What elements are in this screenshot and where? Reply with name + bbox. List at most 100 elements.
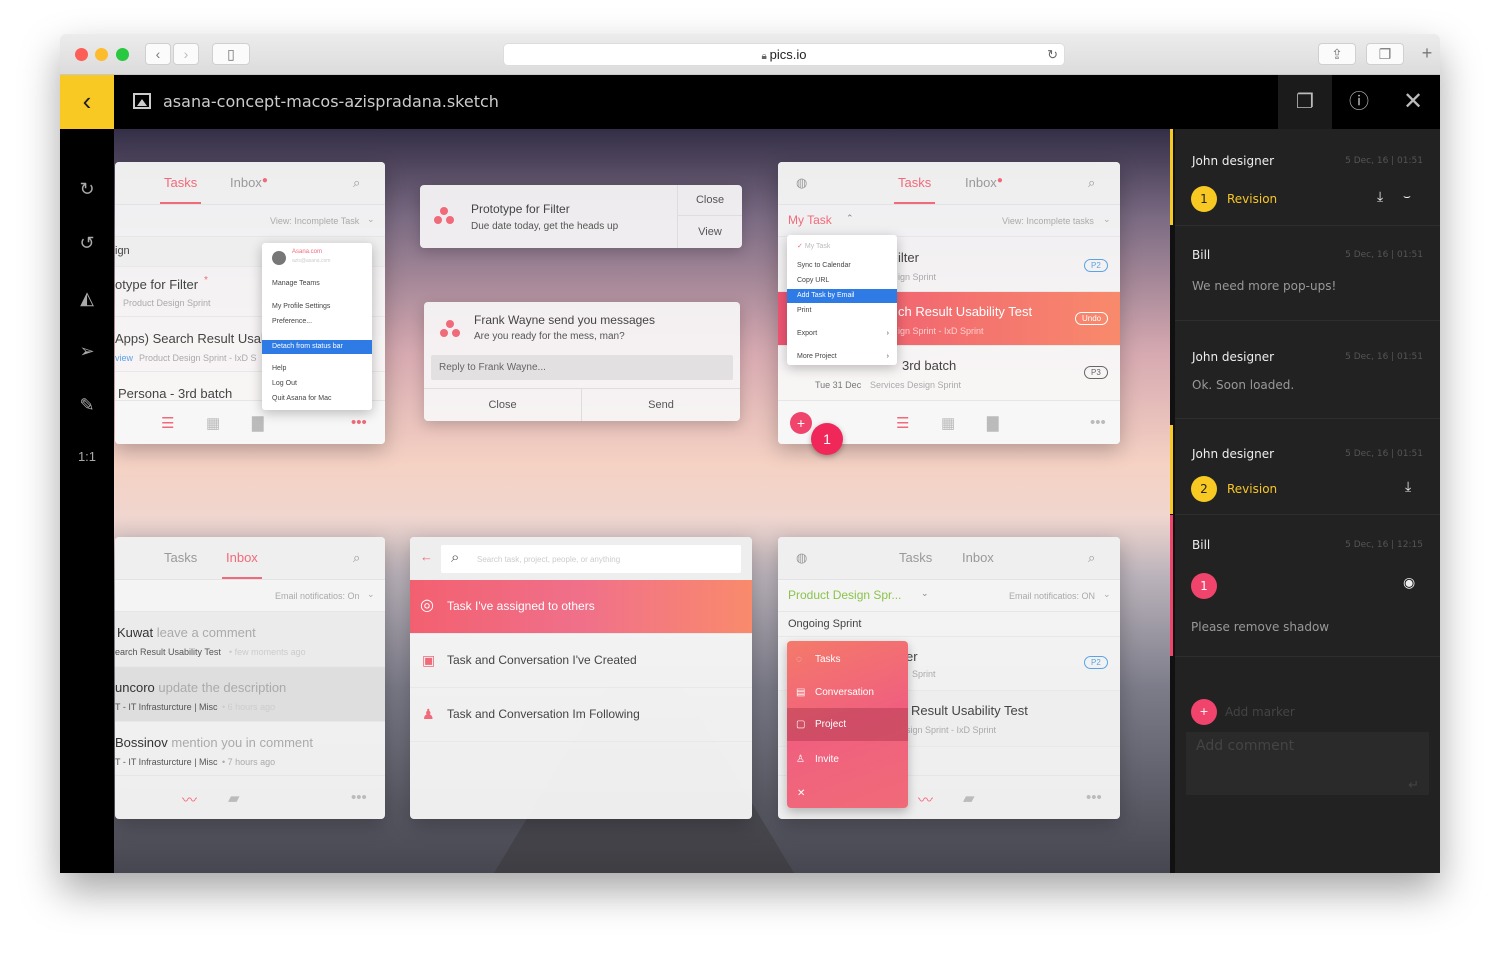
menu-item-help[interactable]: Help [262,362,372,376]
folder-check-icon[interactable]: ▰ [228,789,240,807]
close-window-button[interactable] [75,48,88,61]
menu-item-add-task-email[interactable]: Add Task by Email [787,289,897,303]
close-button[interactable]: Close [424,388,582,421]
calendar-icon[interactable]: ▦ [941,414,955,432]
menu-item-log-out[interactable]: Log Out [262,377,372,391]
menu-item-copy-url[interactable]: Copy URL [787,274,897,288]
email-label[interactable]: Email notificatios: ON [1009,591,1095,601]
more-icon[interactable]: ••• [1086,789,1102,806]
menu-item-print[interactable]: Print [787,304,897,318]
search-option-following[interactable]: ♟ Task and Conversation Im Following [410,688,752,742]
view-label[interactable]: View: Incomplete tasks [1002,216,1094,226]
my-task-dropdown[interactable]: My Task [788,213,832,227]
menu-item-tasks[interactable]: ◌ Tasks [787,651,908,669]
forward-button[interactable]: › [173,43,199,65]
fullscreen-icon[interactable]: ❐ [1278,75,1332,129]
menu-item-preference[interactable]: Preference... [262,315,372,329]
inbox-item[interactable]: Bossinov mention you in comment T - IT In… [115,722,385,777]
share-icon[interactable]: ⇪ [1318,43,1356,65]
back-button[interactable]: ‹ [145,43,171,65]
comment[interactable]: John designer 5 Dec, 16 | 01:51 1 Revisi… [1170,129,1440,226]
menu-item-more-project[interactable]: More Project › [787,350,897,364]
calendar-icon[interactable]: ▦ [206,414,220,432]
new-tab-button[interactable]: + [1415,43,1439,65]
activity-icon[interactable]: 〰 [918,789,933,810]
comment-marker[interactable]: 1 [1191,573,1217,599]
comment-input[interactable]: Add comment ↵ [1186,732,1429,795]
design-canvas[interactable]: Tasks Inbox● ⌕ View: Incomplete Task ⌄ ig… [114,129,1170,873]
email-notification-toggle[interactable]: Email notificatios: On ⌄ [115,580,385,612]
activity-icon[interactable]: 〰 [182,789,197,810]
more-icon[interactable]: ••• [1090,414,1106,431]
menu-item-project[interactable]: ▢ Project [787,708,908,741]
info-icon[interactable]: ⓘ [1332,75,1386,129]
send-button[interactable]: Send [582,388,740,421]
comment[interactable]: Bill 5 Dec, 16 | 12:15 1 ◉ Please remove… [1170,515,1440,657]
tab-tasks[interactable]: Tasks [899,550,932,565]
search-icon[interactable]: ⌕ [353,175,360,191]
chat-icon[interactable]: ● [60,867,114,873]
globe-icon[interactable]: ◍ [796,175,807,191]
more-icon[interactable]: ••• [351,414,367,431]
actual-size-button[interactable]: 1:1 [60,449,114,464]
send-icon[interactable]: ➢ [60,341,114,362]
tab-tasks[interactable]: Tasks [159,175,202,204]
download-icon[interactable]: ⤓ [1405,479,1411,495]
hidden-eye-icon[interactable]: ⌣ [1403,189,1411,204]
search-option-created[interactable]: ▣ Task and Conversation I've Created [410,634,752,688]
menu-item-detach[interactable]: Detach from status bar [262,340,372,354]
reload-icon[interactable]: ↻ [1047,44,1058,66]
tab-tasks[interactable]: Tasks [164,550,197,565]
menu-item-export[interactable]: Export › [787,327,897,341]
search-icon[interactable]: ⌕ [1088,175,1095,191]
tab-inbox[interactable]: Inbox● [965,175,1003,190]
reply-input[interactable]: Reply to Frank Wayne... [431,355,733,380]
minimize-window-button[interactable] [95,48,108,61]
add-marker-label[interactable]: Add marker [1225,705,1295,719]
compare-icon[interactable]: ◭ [60,288,114,309]
view-button[interactable]: View [677,216,742,248]
tab-inbox[interactable]: Inbox [962,550,994,565]
add-marker-button[interactable]: + [1191,699,1217,725]
tabs-overview-icon[interactable]: ❐ [1366,43,1404,65]
download-icon[interactable]: ⤓ [1377,189,1383,205]
inbox-item[interactable]: uncoro update the description T - IT Infr… [115,667,385,722]
zoom-window-button[interactable] [116,48,129,61]
close-icon[interactable]: ✕ [1386,75,1440,129]
comment-marker[interactable]: 1 [811,423,843,455]
comment[interactable]: Bill 5 Dec, 16 | 01:51 We need more pop-… [1175,226,1440,321]
folder-check-icon[interactable]: ▰ [963,789,975,807]
more-icon[interactable]: ••• [351,789,367,806]
search-icon[interactable]: ⌕ [353,550,360,566]
pen-icon[interactable]: ✎ [60,395,114,416]
back-arrow-icon[interactable]: ← [420,549,433,564]
tab-inbox[interactable]: Inbox [222,550,262,579]
view-filter[interactable]: View: Incomplete Task ⌄ [115,205,385,237]
tab-inbox[interactable]: Inbox● [230,175,268,190]
menu-item-conversation[interactable]: ▤ Conversation [787,684,908,702]
undo-icon[interactable]: ↺ [60,233,114,254]
undo-button[interactable]: Undo [1075,312,1109,325]
globe-icon[interactable]: ◍ [796,550,807,566]
menu-item-invite[interactable]: ♙ Invite [787,751,908,769]
revision-marker[interactable]: 1 [1191,186,1217,212]
search-option-assigned[interactable]: ◎ Task I've assigned to others [410,580,752,634]
comment[interactable]: John designer 5 Dec, 16 | 01:51 2 Revisi… [1170,425,1440,515]
search-icon[interactable]: ⌕ [1088,550,1095,566]
revision-marker[interactable]: 2 [1191,476,1217,502]
inbox-item[interactable]: Kuwat leave a comment earch Result Usabil… [115,612,385,667]
redo-icon[interactable]: ↻ [60,179,114,200]
chat-icon[interactable]: ▇ [987,414,999,432]
tab-tasks[interactable]: Tasks [893,175,936,204]
address-bar[interactable]: 🔒︎ pics.io ↻ [503,43,1065,66]
menu-item-quit[interactable]: Quit Asana for Mac [262,392,372,406]
comment[interactable]: John designer 5 Dec, 16 | 01:51 Ok. Soon… [1175,321,1440,419]
sidebar-toggle-icon[interactable]: ▯ [212,43,250,65]
list-icon[interactable]: ☰ [896,414,909,432]
menu-item-manage-teams[interactable]: Manage Teams [262,277,372,291]
menu-item-sync-calendar[interactable]: Sync to Calendar [787,259,897,273]
chat-icon[interactable]: ▇ [252,414,264,432]
eye-icon[interactable]: ◉ [1403,575,1415,591]
add-button[interactable]: + [790,412,812,434]
menu-item-my-task[interactable]: ✓ My Task [787,240,897,254]
